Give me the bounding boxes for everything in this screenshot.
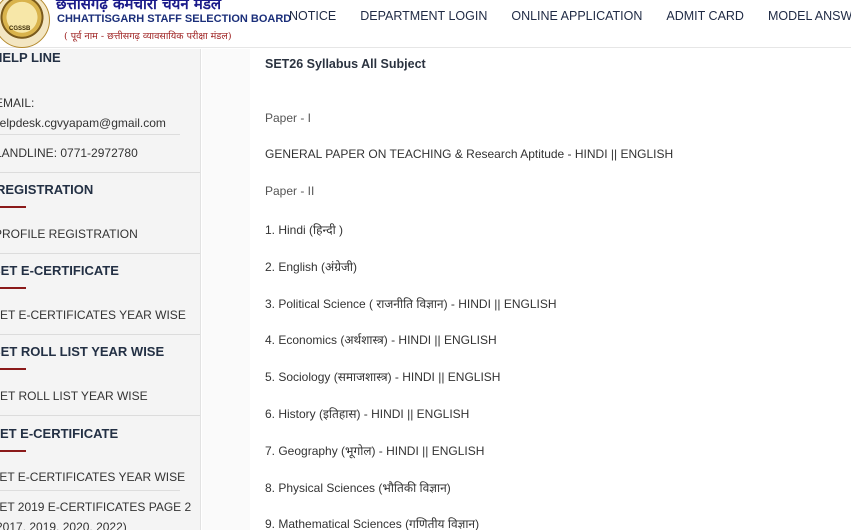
section-accent-bar: [0, 287, 26, 289]
set-certificate-title: SET E-CERTIFICATE: [0, 263, 119, 278]
tet-certificates-link[interactable]: TET E-CERTIFICATES YEAR WISE: [0, 470, 185, 484]
section-accent-bar: [0, 206, 26, 208]
cgssb-logo-icon[interactable]: CGSSB: [0, 0, 50, 48]
subject-history-link[interactable]: 6. History (इतिहास) - HINDI || ENGLISH: [265, 405, 469, 422]
section-divider: [0, 253, 200, 254]
set-certificates-link[interactable]: SET E-CERTIFICATES YEAR WISE: [0, 308, 186, 322]
nav-notice[interactable]: NOTICE: [289, 9, 336, 23]
content-gutter: [202, 49, 250, 530]
subject-economics-link[interactable]: 4. Economics (अर्थशास्त्र) - HINDI || EN…: [265, 331, 497, 348]
section-accent-bar: [0, 368, 26, 370]
org-former-name: ( पूर्व नाम - छत्तीसगढ़ व्यावसायिक परीक्…: [64, 31, 232, 42]
subject-physical-sciences-link[interactable]: 8. Physical Sciences (भौतिकी विज्ञान): [265, 479, 451, 496]
subject-political-science-link[interactable]: 3. Political Science ( राजनीति विज्ञान) …: [265, 295, 557, 312]
registration-title: REGISTRATION: [0, 182, 94, 197]
tet-2019-years[interactable]: (2017, 2019, 2020, 2022): [0, 520, 127, 530]
site-header: CGSSB छत्तीसगढ़ कर्मचारी चयन मंडल CHHATT…: [0, 0, 851, 48]
logo-text: CGSSB: [9, 26, 31, 32]
general-paper-link[interactable]: GENERAL PAPER ON TEACHING & Research Apt…: [265, 147, 673, 161]
section-accent-bar: [0, 450, 26, 452]
main-content: SET26 Syllabus All Subject Paper - I GEN…: [250, 49, 851, 530]
profile-registration-link[interactable]: PROFILE REGISTRATION: [0, 227, 138, 241]
nav-online-application[interactable]: ONLINE APPLICATION: [511, 9, 642, 23]
landline-text: LANDLINE: 0771-2972780: [0, 146, 138, 160]
main-nav: NOTICE DEPARTMENT LOGIN ONLINE APPLICATI…: [289, 9, 851, 23]
email-label: EMAIL:: [0, 96, 35, 110]
set-roll-list-link[interactable]: SET ROLL LIST YEAR WISE: [0, 389, 148, 403]
org-name-english: CHHATTISGARH STAFF SELECTION BOARD: [57, 13, 292, 25]
section-divider: [0, 172, 200, 173]
nav-department-login[interactable]: DEPARTMENT LOGIN: [360, 9, 487, 23]
subject-hindi-link[interactable]: 1. Hindi (हिन्दी ): [265, 221, 343, 238]
helpline-title: HELP LINE: [0, 50, 61, 65]
page-title: SET26 Syllabus All Subject: [265, 57, 426, 71]
paper-2-heading: Paper - II: [265, 184, 315, 198]
subject-english-link[interactable]: 2. English (अंग्रेजी): [265, 258, 357, 275]
subject-geography-link[interactable]: 7. Geography (भूगोल) - HINDI || ENGLISH: [265, 442, 484, 459]
email-value[interactable]: helpdesk.cgvyapam@gmail.com: [0, 116, 166, 130]
subject-sociology-link[interactable]: 5. Sociology (समाजशास्त्र) - HINDI || EN…: [265, 368, 500, 385]
sidebar: HELP LINE EMAIL: helpdesk.cgvyapam@gmail…: [0, 49, 201, 530]
subject-mathematical-sciences-link[interactable]: 9. Mathematical Sciences (गणितीय विज्ञान…: [265, 515, 479, 530]
org-name-hindi: छत्तीसगढ़ कर्मचारी चयन मंडल: [56, 0, 222, 13]
nav-model-answers[interactable]: MODEL ANSWERS: [768, 9, 851, 23]
section-divider: [0, 415, 200, 416]
section-divider: [0, 334, 200, 335]
tet-2019-certificates-link[interactable]: TET 2019 E-CERTIFICATES PAGE 2: [0, 500, 191, 514]
paper-1-heading: Paper - I: [265, 111, 312, 125]
set-roll-list-title: SET ROLL LIST YEAR WISE: [0, 344, 165, 359]
divider: [0, 134, 180, 135]
nav-admit-card[interactable]: ADMIT CARD: [666, 9, 744, 23]
tet-certificate-title: TET E-CERTIFICATE: [0, 426, 119, 441]
divider: [0, 490, 180, 491]
